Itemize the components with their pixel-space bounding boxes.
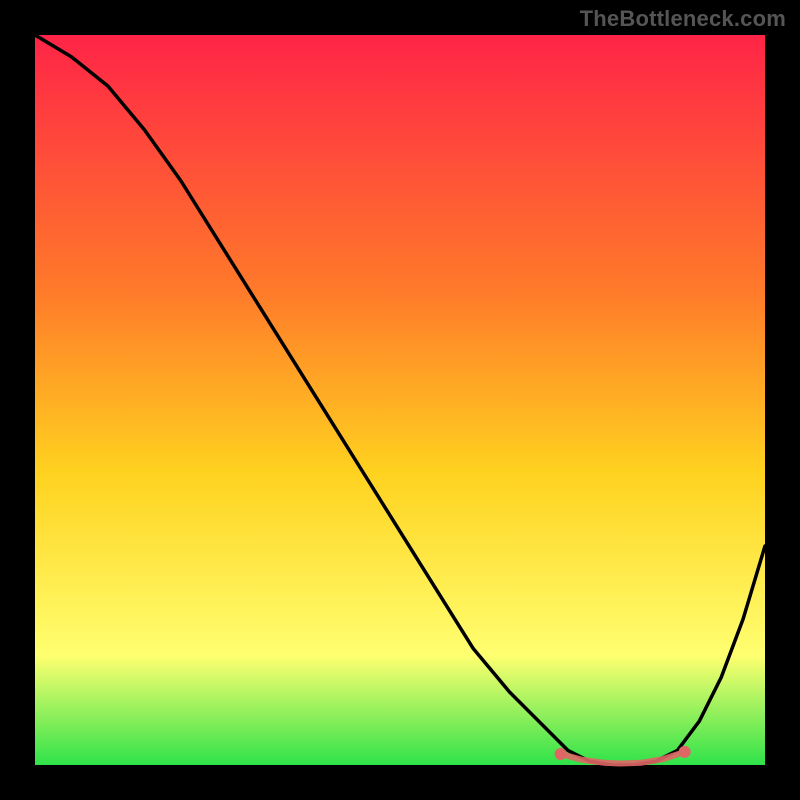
watermark-label: TheBottleneck.com (580, 6, 786, 32)
valley-marker-dot (555, 748, 567, 760)
valley-marker-dot (679, 746, 691, 758)
bottleneck-chart (0, 0, 800, 800)
plot-background (35, 35, 765, 765)
chart-container: TheBottleneck.com (0, 0, 800, 800)
